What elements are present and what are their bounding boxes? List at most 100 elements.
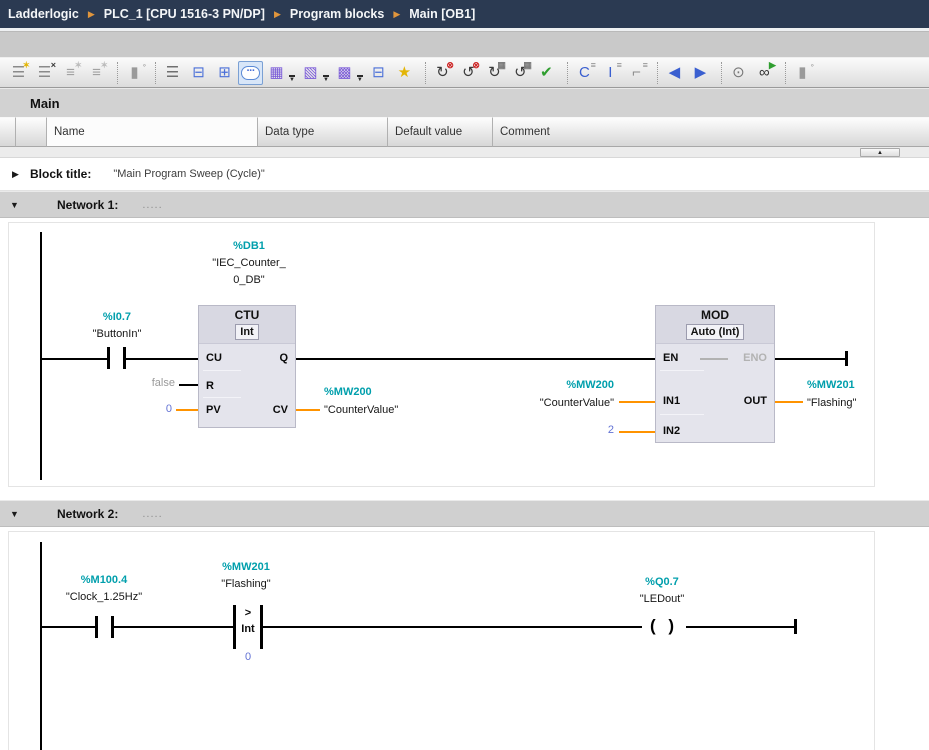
ctu-pin-cu[interactable]: CU (206, 352, 222, 365)
insert-open-branch-dropdown-icon[interactable]: ▼ (323, 75, 329, 87)
wire (42, 358, 107, 360)
insert-empty-box-icon[interactable]: ▦ (264, 61, 289, 85)
mod-pin-in1[interactable]: IN1 (663, 395, 680, 408)
ctu-pin-cv[interactable]: CV (273, 404, 288, 417)
synchronize-block-calls-icon[interactable]: ↺▦ (508, 61, 533, 85)
breadcrumb-item-plc[interactable]: PLC_1 [CPU 1516-3 PN/DP] (104, 7, 265, 21)
network1-canvas[interactable]: %DB1 "IEC_Counter_ 0_DB" %I0.7 "ButtonIn… (8, 222, 875, 487)
network2-label: Network 2: (57, 507, 118, 521)
contact-symbol[interactable] (107, 347, 110, 369)
mod-mode-dropdown[interactable]: Auto (Int) (686, 324, 745, 340)
delete-network-icon[interactable]: ☰× (32, 61, 57, 85)
pin-separator (203, 370, 241, 371)
toolbar-separator (717, 62, 722, 84)
mod-pin-en[interactable]: EN (663, 352, 678, 365)
collapse-arrow-icon[interactable]: ▼ (10, 509, 24, 519)
lad-editor: Ladderlogic ▶ PLC_1 [CPU 1516-3 PN/DP] ▶… (0, 0, 929, 750)
column-header-default-value[interactable]: Default value (388, 117, 493, 147)
block-title-value[interactable]: "Main Program Sweep (Cycle)" (113, 168, 264, 180)
breadcrumb-arrow-icon: ▶ (393, 9, 400, 20)
ctu-pin-r[interactable]: R (206, 380, 214, 393)
collapse-arrow-icon[interactable]: ▼ (10, 200, 24, 210)
coil-symbol[interactable]: ( ) (642, 616, 686, 636)
toolbar-separator (113, 62, 118, 84)
toggle-network-comments-icon[interactable]: ··· (238, 61, 263, 85)
wire-orange (296, 409, 320, 411)
breadcrumb-item-project[interactable]: Ladderlogic (8, 7, 79, 21)
network-overview-icon[interactable]: ☰ (160, 61, 185, 85)
close-branch-dropdown-icon[interactable]: ▼ (357, 75, 363, 87)
interface-title-row: Main (0, 88, 929, 117)
compare-type[interactable]: Int (236, 622, 260, 637)
rung-end-tick (845, 351, 848, 366)
expand-arrow-icon[interactable]: ▶ (12, 169, 26, 180)
ctu-pv-value[interactable]: 0 (126, 401, 172, 418)
dependency-structure-icon[interactable]: ⌐≡ (624, 61, 649, 85)
toggle-monitoring-icon[interactable]: ∞▶ (752, 61, 777, 85)
insert-open-branch-icon[interactable]: ▧ (298, 61, 323, 85)
network1-label: Network 1: (57, 198, 118, 212)
pin-separator (660, 370, 704, 371)
navigate-forward-icon[interactable]: ▶ (688, 61, 713, 85)
coil-ledout-operand[interactable]: %Q0.7 "LEDout" (607, 574, 717, 608)
navigate-backward-icon[interactable]: ◀ (662, 61, 687, 85)
wire (126, 358, 198, 360)
mod-pin-out[interactable]: OUT (744, 395, 767, 408)
column-header-name[interactable]: Name (47, 117, 258, 147)
collapse-interface-button[interactable]: ▲ (860, 148, 900, 157)
goto-next-error-icon[interactable]: ↺⊗ (456, 61, 481, 85)
wire (114, 626, 233, 628)
mod-in2-value[interactable]: 2 (529, 422, 614, 439)
wire (296, 358, 655, 360)
assignment-list-icon[interactable]: I≡ (598, 61, 623, 85)
compare-operand[interactable]: %MW201 "Flashing" (191, 559, 301, 593)
ctu-instance-db-operand[interactable]: %DB1 "IEC_Counter_ 0_DB" (179, 238, 319, 289)
append-row-icon[interactable]: ≡✶ (84, 61, 109, 85)
wire (263, 626, 642, 628)
compare-value[interactable]: 0 (236, 649, 260, 666)
wire-orange (176, 409, 198, 411)
ctu-pin-q[interactable]: Q (279, 352, 288, 365)
keep-actual-values-icon[interactable]: ▮◦ (122, 61, 147, 85)
ctu-pin-pv[interactable]: PV (206, 404, 221, 417)
mod-out-operand[interactable]: %MW201 "Flashing" (807, 376, 927, 412)
network1-comment-placeholder[interactable]: ..... (142, 199, 162, 211)
contact-buttonin-operand[interactable]: %I0.7 "ButtonIn" (69, 309, 165, 343)
ctu-type-dropdown[interactable]: Int (235, 324, 258, 340)
toolbar-separator (151, 62, 156, 84)
check-block-consistency-icon[interactable]: ✔ (534, 61, 559, 85)
network2-header[interactable]: ▼ Network 2: ..... (0, 500, 929, 527)
breadcrumb-item-program-blocks[interactable]: Program blocks (290, 7, 384, 21)
empty-toolbar-band (0, 32, 929, 57)
insert-empty-box-dropdown-icon[interactable]: ▼ (289, 75, 295, 87)
network1-header[interactable]: ▼ Network 1: ..... (0, 191, 929, 218)
compare-operator[interactable]: > (236, 606, 260, 621)
column-header-data-type[interactable]: Data type (258, 117, 388, 147)
mod-block[interactable]: MOD Auto (Int) EN ENO IN1 IN2 OUT (655, 305, 775, 443)
breadcrumb-item-main-ob1[interactable]: Main [OB1] (409, 7, 475, 21)
mod-pin-eno[interactable]: ENO (743, 352, 767, 365)
column-header-comment[interactable]: Comment (493, 117, 929, 147)
block-title-row[interactable]: ▶ Block title: "Main Program Sweep (Cycl… (0, 158, 929, 191)
insert-network-icon[interactable]: ☰✶ (6, 61, 31, 85)
open-all-networks-icon[interactable]: ⊟ (186, 61, 211, 85)
load-snapshot-icon[interactable]: ▮◦ (790, 61, 815, 85)
insert-comment-icon[interactable]: ⊟ (366, 61, 391, 85)
mod-pin-in2[interactable]: IN2 (663, 425, 680, 438)
goto-previous-error-icon[interactable]: ↻⊗ (430, 61, 455, 85)
close-all-networks-icon[interactable]: ⊞ (212, 61, 237, 85)
network2-comment-placeholder[interactable]: ..... (142, 508, 162, 520)
close-branch-icon[interactable]: ▩ (332, 61, 357, 85)
add-to-favorites-icon[interactable]: ★ (392, 61, 417, 85)
call-structure-icon[interactable]: C≡ (572, 61, 597, 85)
update-block-call-icon[interactable]: ↻▦ (482, 61, 507, 85)
ctu-r-value[interactable]: false (109, 375, 175, 392)
find-replace-icon[interactable]: ⊙ (726, 61, 751, 85)
ctu-counter-block[interactable]: CTU Int CU Q R PV CV (198, 305, 296, 428)
insert-row-icon[interactable]: ≡✶ (58, 61, 83, 85)
mod-in1-operand[interactable]: %MW200 "CounterValue" (449, 376, 614, 412)
contact-symbol[interactable] (95, 616, 98, 638)
contact-clock-operand[interactable]: %M100.4 "Clock_1.25Hz" (49, 572, 159, 606)
mod-block-title: MOD (656, 308, 774, 322)
network2-canvas[interactable]: %M100.4 "Clock_1.25Hz" %MW201 "Flashing"… (8, 531, 875, 750)
